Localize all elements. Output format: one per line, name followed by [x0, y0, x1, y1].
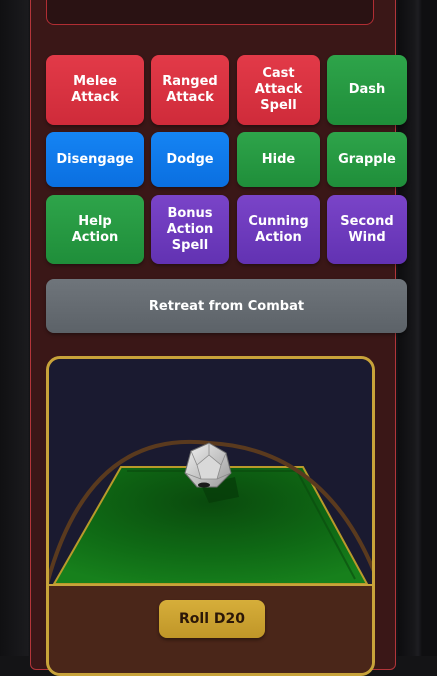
top-panel-box: [46, 0, 374, 25]
bonus-action-spell-button[interactable]: Bonus Action Spell: [151, 195, 229, 264]
hide-label: Hide: [261, 151, 296, 167]
cast-attack-spell-label: Cast Attack Spell: [254, 66, 303, 113]
ranged-attack-label: Ranged Attack: [162, 74, 218, 105]
cast-attack-spell-button[interactable]: Cast Attack Spell: [237, 55, 320, 125]
melee-attack-button[interactable]: Melee Attack: [46, 55, 144, 125]
grapple-label: Grapple: [338, 151, 396, 167]
bonus-action-spell-label: Bonus Action Spell: [166, 205, 214, 253]
retreat-label: Retreat from Combat: [148, 298, 305, 314]
help-action-label: Help Action: [71, 213, 119, 245]
grapple-button[interactable]: Grapple: [327, 132, 407, 187]
dodge-label: Dodge: [166, 151, 214, 167]
cunning-action-button[interactable]: Cunning Action: [237, 195, 320, 264]
ranged-attack-button[interactable]: Ranged Attack: [151, 55, 229, 125]
roll-d20-label: Roll D20: [179, 611, 245, 627]
dice-3d-scene[interactable]: [49, 359, 372, 584]
disengage-button[interactable]: Disengage: [46, 132, 144, 187]
retreat-from-combat-button[interactable]: Retreat from Combat: [46, 279, 407, 333]
cunning-action-label: Cunning Action: [248, 213, 309, 245]
second-wind-button[interactable]: Second Wind: [327, 195, 407, 264]
dice-roller-panel: Roll D20: [46, 356, 375, 676]
melee-attack-label: Melee Attack: [71, 74, 119, 105]
dash-label: Dash: [348, 82, 386, 97]
second-wind-label: Second Wind: [340, 213, 394, 245]
dice-controls: Roll D20: [49, 584, 372, 673]
dodge-button[interactable]: Dodge: [151, 132, 229, 187]
hide-button[interactable]: Hide: [237, 132, 320, 187]
help-action-button[interactable]: Help Action: [46, 195, 144, 264]
roll-d20-button[interactable]: Roll D20: [159, 600, 265, 638]
dash-button[interactable]: Dash: [327, 55, 407, 125]
disengage-label: Disengage: [56, 151, 134, 167]
